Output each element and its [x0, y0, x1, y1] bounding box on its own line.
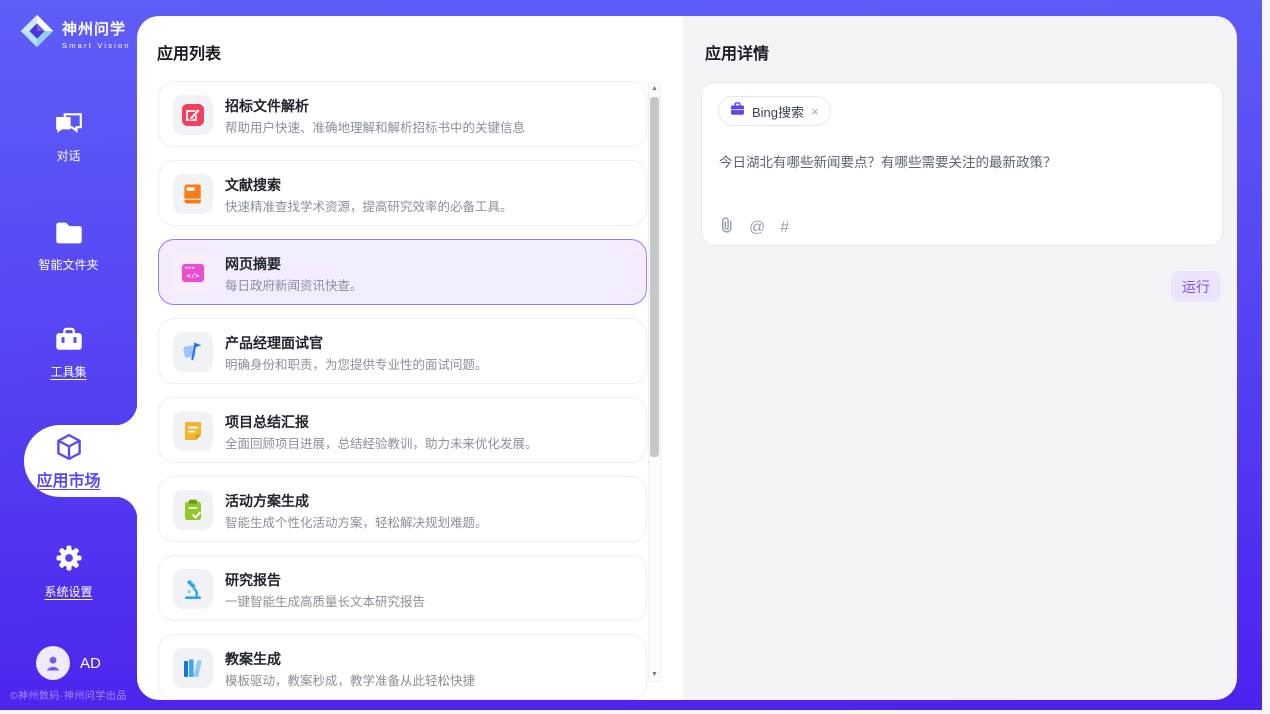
brand-subtitle: Smart Vision: [62, 41, 131, 50]
at-icon: @: [749, 219, 765, 236]
briefcase-icon: [730, 102, 745, 121]
app-card-bid-parse[interactable]: 招标文件解析 帮助用户快速、准确地理解和解析招标书中的关键信息: [158, 81, 647, 147]
app-list-title: 应用列表: [157, 40, 221, 64]
app-card-title: 招标文件解析: [225, 96, 309, 116]
attach-file-button[interactable]: [719, 216, 734, 239]
avatar: [36, 646, 70, 680]
app-card-desc: 一键智能生成高质量长文本研究报告: [225, 591, 425, 610]
paperclip-icon: [719, 221, 734, 238]
app-detail-panel: 应用详情 Bing搜索 × 今日湖北有哪些新闻要点？有哪些需要关注的最新政策？: [683, 16, 1237, 700]
app-card-lesson-plan[interactable]: 教案生成 模板驱动，教案秒成，教学准备从此轻松快捷: [158, 634, 647, 700]
svg-text:</>: </>: [187, 271, 201, 280]
hash-icon: #: [780, 219, 789, 236]
sidebar-item-label: 应用市场: [36, 467, 100, 491]
clipboard-check-icon: [173, 490, 213, 530]
app-card-desc: 快速精准查找学术资源，提高研究效率的必备工具。: [225, 196, 513, 215]
user-initials: AD: [80, 655, 101, 672]
tool-tag-bing-search[interactable]: Bing搜索 ×: [718, 96, 831, 126]
sidebar-item-toolset[interactable]: 工具集: [0, 327, 137, 380]
sidebar-item-label: 工具集: [0, 363, 137, 380]
app-card-desc: 明确身份和职责，为您提供专业性的面试问题。: [225, 354, 488, 373]
copyright-footer: ©神州数码·神州问学出品: [0, 687, 137, 702]
app-card-desc: 模板驱动，教案秒成，教学准备从此轻松快捷: [225, 670, 475, 689]
brand-logo: 神州问学 Smart Vision: [18, 12, 131, 55]
app-card-research-report[interactable]: 研究报告 一键智能生成高质量长文本研究报告: [158, 555, 647, 621]
app-detail-title: 应用详情: [705, 40, 769, 64]
app-card-desc: 帮助用户快速、准确地理解和解析招标书中的关键信息: [225, 117, 525, 136]
literature-book-icon: [173, 174, 213, 214]
brand-name: 神州问学: [62, 21, 126, 38]
app-card-webpage-summary[interactable]: </> 网页摘要 每日政府新闻资讯快查。: [158, 239, 647, 305]
sidebar-item-app-market[interactable]: 应用市场: [24, 425, 137, 497]
diamond-logo-icon: [18, 12, 56, 55]
list-scrollbar[interactable]: ▲ ▼: [648, 82, 661, 682]
scroll-up-icon[interactable]: ▲: [649, 83, 660, 95]
scrollbar-thumb[interactable]: [650, 97, 659, 457]
app-card-literature-search[interactable]: 文献搜索 快速精准查找学术资源，提高研究效率的必备工具。: [158, 160, 647, 226]
close-icon[interactable]: ×: [811, 105, 819, 118]
interviewer-flag-icon: [173, 332, 213, 372]
app-card-title: 教案生成: [225, 649, 281, 669]
app-card-title: 产品经理面试官: [225, 333, 323, 353]
run-button[interactable]: 运行: [1171, 271, 1221, 302]
app-card-event-plan[interactable]: 活动方案生成 智能生成个性化活动方案，轻松解决规划难题。: [158, 476, 647, 542]
cube-icon: [54, 432, 84, 467]
gear-icon: [54, 560, 84, 577]
user-account[interactable]: AD: [36, 646, 101, 680]
tool-tag-label: Bing搜索: [752, 102, 804, 121]
scroll-down-icon[interactable]: ▼: [649, 669, 660, 681]
microscope-icon: [173, 569, 213, 609]
sidebar: 神州问学 Smart Vision 对话 智能文件夹: [0, 0, 137, 710]
mention-button[interactable]: @: [749, 219, 765, 237]
app-card-project-summary[interactable]: 项目总结汇报 全面回顾项目进展，总结经验教训，助力未来优化发展。: [158, 397, 647, 463]
sidebar-item-chat[interactable]: 对话: [0, 111, 137, 164]
app-card-title: 文献搜索: [225, 175, 281, 195]
sidebar-item-label: 系统设置: [0, 583, 137, 600]
app-card-desc: 全面回顾项目进展，总结经验教训，助力未来优化发展。: [225, 433, 538, 452]
webpage-code-icon: </>: [173, 253, 213, 293]
bid-parse-icon: [173, 95, 213, 135]
books-icon: [173, 648, 213, 688]
query-input[interactable]: 今日湖北有哪些新闻要点？有哪些需要关注的最新政策？: [719, 151, 1199, 171]
sidebar-item-label: 智能文件夹: [0, 256, 137, 273]
folder-icon: [54, 233, 84, 250]
sidebar-item-settings[interactable]: 系统设置: [0, 543, 137, 600]
input-toolbar: @ #: [719, 216, 789, 239]
app-window: 神州问学 Smart Vision 对话 智能文件夹: [0, 0, 1270, 714]
prompt-card: Bing搜索 × 今日湖北有哪些新闻要点？有哪些需要关注的最新政策？ @: [701, 82, 1223, 246]
app-card-title: 活动方案生成: [225, 491, 309, 511]
app-card-title: 网页摘要: [225, 254, 281, 274]
sidebar-item-label: 对话: [0, 147, 137, 164]
app-list-panel: 应用列表 招标文件解析 帮助用户快速、准确地理解和解析招标书中的关键信息: [137, 16, 683, 700]
main-content: 应用列表 招标文件解析 帮助用户快速、准确地理解和解析招标书中的关键信息: [137, 16, 1237, 700]
toolbox-icon: [54, 340, 84, 357]
app-card-desc: 每日政府新闻资讯快查。: [225, 275, 363, 294]
note-icon: [173, 411, 213, 451]
user-avatar-icon: [43, 653, 63, 673]
app-card-title: 研究报告: [225, 570, 281, 590]
app-card-title: 项目总结汇报: [225, 412, 309, 432]
topic-button[interactable]: #: [780, 219, 789, 237]
sidebar-item-smart-folders[interactable]: 智能文件夹: [0, 220, 137, 273]
app-card-desc: 智能生成个性化活动方案，轻松解决规划难题。: [225, 512, 488, 531]
app-card-pm-interviewer[interactable]: 产品经理面试官 明确身份和职责，为您提供专业性的面试问题。: [158, 318, 647, 384]
app-card-list: 招标文件解析 帮助用户快速、准确地理解和解析招标书中的关键信息 文献搜索 快速精…: [158, 81, 647, 700]
chat-icon: [54, 124, 84, 141]
